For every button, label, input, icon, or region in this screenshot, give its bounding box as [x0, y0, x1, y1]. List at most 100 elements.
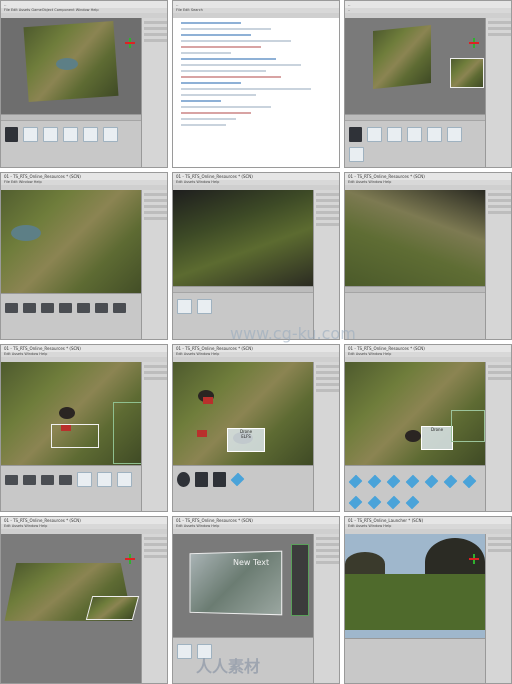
scene-view[interactable]: [1, 190, 141, 293]
script-asset-icon[interactable]: [103, 127, 118, 142]
scene-view[interactable]: [345, 18, 485, 114]
project-tabs[interactable]: [345, 287, 485, 293]
folder-icon[interactable]: [59, 475, 72, 485]
inspector-panel[interactable]: [485, 190, 511, 339]
scene-view[interactable]: [1, 362, 141, 465]
scene-gizmo-icon[interactable]: [469, 554, 479, 564]
script-asset-icon[interactable]: [83, 127, 98, 142]
asset-list[interactable]: [349, 127, 481, 162]
project-panel[interactable]: [173, 465, 313, 511]
cube-asset-icon[interactable]: [405, 495, 420, 510]
minimap-frame: [113, 402, 141, 464]
project-tabs[interactable]: [1, 115, 141, 121]
project-panel[interactable]: [345, 286, 485, 339]
scene-gizmo-icon[interactable]: [469, 38, 479, 48]
folder-icon[interactable]: [23, 303, 36, 313]
scene-view[interactable]: [1, 18, 141, 114]
inspector-panel[interactable]: [313, 190, 339, 339]
scene-view[interactable]: Drone ELFS: [173, 362, 313, 465]
cube-asset-icon[interactable]: [386, 474, 401, 489]
folder-icon[interactable]: [23, 475, 36, 485]
script-asset-icon[interactable]: [349, 147, 364, 162]
script-asset-icon[interactable]: [97, 472, 112, 487]
panel-unity-scene-terrain-minimap: .. ..: [344, 0, 512, 168]
window-title: 01 - TS_RTS_Online_Resources * (SCN): [1, 173, 167, 180]
scene-view[interactable]: [345, 190, 485, 286]
cube-asset-icon[interactable]: [367, 495, 382, 510]
asset-icon[interactable]: [213, 472, 226, 487]
inspector-panel[interactable]: [141, 190, 167, 339]
asset-list[interactable]: [177, 472, 309, 487]
folder-icon[interactable]: [95, 303, 108, 313]
project-panel[interactable]: [1, 293, 141, 339]
drone-sublabel: ELFS: [241, 434, 251, 439]
asset-icon[interactable]: [195, 472, 208, 487]
script-asset-icon[interactable]: [197, 299, 212, 314]
folder-icon[interactable]: [77, 303, 90, 313]
scene-gizmo-icon[interactable]: [125, 38, 135, 48]
folder-icon[interactable]: [59, 303, 72, 313]
script-asset-icon[interactable]: [23, 127, 38, 142]
script-asset-icon[interactable]: [43, 127, 58, 142]
cube-asset-icon[interactable]: [443, 474, 458, 489]
project-panel[interactable]: [1, 114, 141, 167]
folder-icon[interactable]: [41, 303, 54, 313]
cube-asset-icon[interactable]: [424, 474, 439, 489]
scene-gizmo-icon[interactable]: [125, 554, 135, 564]
game-view[interactable]: [345, 534, 485, 638]
asset-list[interactable]: [5, 472, 137, 487]
asset-list[interactable]: [5, 300, 137, 313]
cube-asset-icon[interactable]: [348, 495, 363, 510]
asset-list[interactable]: [177, 299, 309, 314]
folder-icon[interactable]: [5, 303, 18, 313]
script-asset-icon[interactable]: [177, 644, 192, 659]
project-panel[interactable]: [345, 114, 485, 167]
script-asset-icon[interactable]: [367, 127, 382, 142]
project-tabs[interactable]: [345, 115, 485, 121]
window-title: 01 - TS_RTS_Online_Resources * (SCN): [173, 173, 339, 180]
project-tabs[interactable]: [173, 287, 313, 293]
inspector-panel[interactable]: [313, 534, 339, 683]
script-asset-icon[interactable]: [177, 299, 192, 314]
scene-view[interactable]: Drone: [345, 362, 485, 465]
script-asset-icon[interactable]: [387, 127, 402, 142]
script-asset-icon[interactable]: [407, 127, 422, 142]
scene-view[interactable]: [1, 534, 141, 683]
cube-asset-icon[interactable]: [367, 474, 382, 489]
project-panel[interactable]: [345, 638, 485, 683]
minimap-plane: [450, 58, 484, 88]
folder-icon[interactable]: [5, 475, 18, 485]
cube-asset-icon[interactable]: [462, 474, 477, 489]
project-panel[interactable]: [345, 465, 485, 511]
inspector-panel[interactable]: [485, 534, 511, 683]
scene-view[interactable]: [173, 190, 313, 286]
asset-list[interactable]: [5, 127, 137, 142]
inspector-panel[interactable]: [141, 18, 167, 167]
inspector-panel[interactable]: [485, 18, 511, 167]
script-asset-icon[interactable]: [117, 472, 132, 487]
cube-asset-icon[interactable]: [386, 495, 401, 510]
asset-icon[interactable]: [5, 127, 18, 142]
terrain: [345, 190, 485, 286]
project-panel[interactable]: [1, 465, 141, 511]
script-asset-icon[interactable]: [63, 127, 78, 142]
minimap-plane: [85, 596, 140, 620]
asset-list[interactable]: [348, 474, 481, 510]
asset-icon[interactable]: [349, 127, 362, 142]
cube-asset-icon[interactable]: [230, 472, 245, 487]
asset-icon[interactable]: [177, 472, 190, 487]
script-asset-icon[interactable]: [447, 127, 462, 142]
panel-unity-scene-rts-map: 01 - TS_RTS_Online_Resources * (SCN) Edi…: [0, 344, 168, 512]
inspector-panel[interactable]: [485, 362, 511, 511]
folder-icon[interactable]: [113, 303, 126, 313]
folder-icon[interactable]: [41, 475, 54, 485]
inspector-panel[interactable]: [313, 362, 339, 511]
script-asset-icon[interactable]: [77, 472, 92, 487]
cube-asset-icon[interactable]: [348, 474, 363, 489]
inspector-panel[interactable]: [141, 362, 167, 511]
inspector-panel[interactable]: [141, 534, 167, 683]
cube-asset-icon[interactable]: [405, 474, 420, 489]
code-area[interactable]: [173, 18, 339, 167]
script-asset-icon[interactable]: [427, 127, 442, 142]
scene-view[interactable]: New Text: [173, 534, 313, 637]
